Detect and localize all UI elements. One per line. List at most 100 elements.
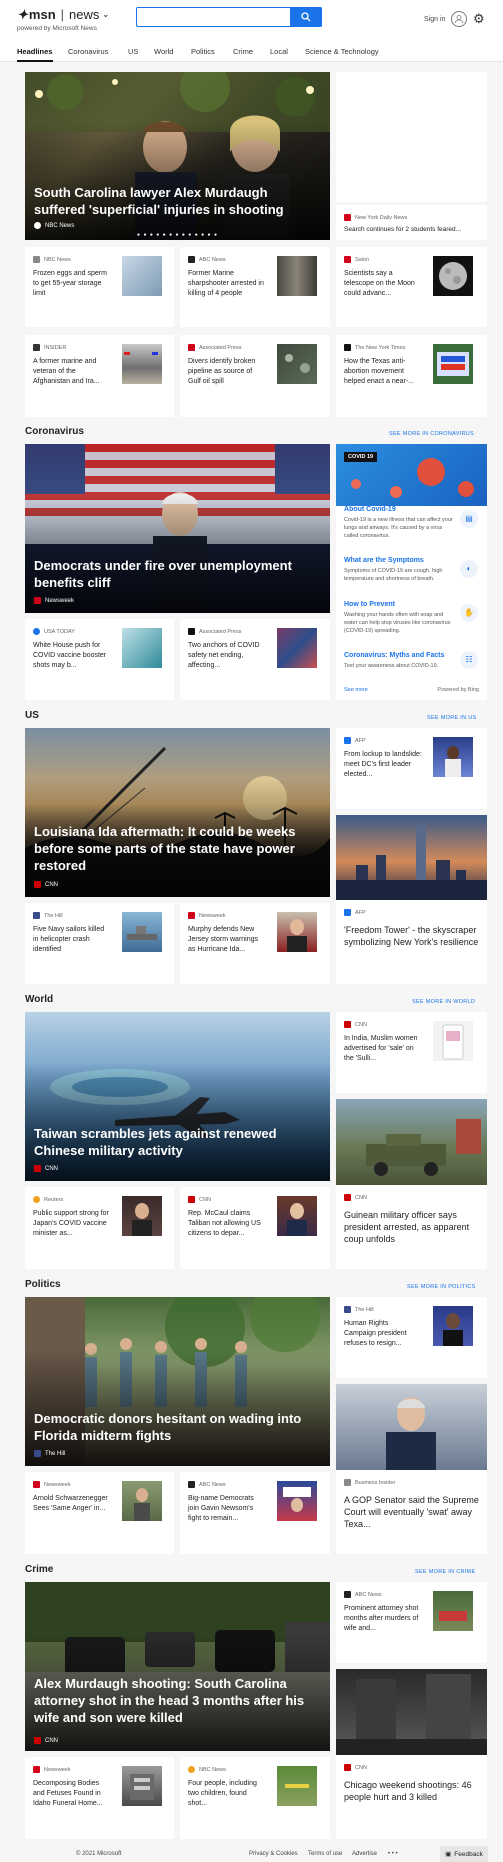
story-card[interactable]: NBC News Frozen eggs and sperm to get 55… xyxy=(25,247,174,327)
symptoms-icon: ◐ xyxy=(460,560,478,578)
side-story[interactable]: New York Daily News Search continues for… xyxy=(336,205,487,240)
source-name: AFP xyxy=(355,909,366,916)
story-card[interactable]: The New York Times How the Texas anti-ab… xyxy=(336,335,487,417)
tab-crime[interactable]: Crime xyxy=(233,47,253,56)
story-card[interactable]: ABC News Former Marine sharpshooter arre… xyxy=(180,247,330,327)
hero-title: Alex Murdaugh shooting: South Carolina a… xyxy=(34,1676,305,1725)
see-more-coronavirus[interactable]: SEE MORE IN CORONAVIRUS xyxy=(389,431,474,437)
hero-story-politics[interactable]: Democratic donors hesitant on wading int… xyxy=(25,1297,330,1466)
hero-story-coronavirus[interactable]: Democrats under fire over unemployment b… xyxy=(25,444,330,613)
source-logo-icon xyxy=(33,1766,40,1773)
source-name: NBC News xyxy=(199,1766,226,1773)
covid-topic-prevent[interactable]: How to Prevent Washing your hands often w… xyxy=(344,601,454,635)
story-thumbnail xyxy=(433,1306,473,1346)
story-card[interactable]: Newsweek Murphy defends New Jersey storm… xyxy=(180,903,330,984)
story-card[interactable]: AFP From lockup to landslide: meet DC's … xyxy=(336,728,487,809)
story-card[interactable]: CNN Rep. McCaul claims Taliban not allow… xyxy=(180,1187,330,1269)
tab-us[interactable]: US xyxy=(128,47,138,56)
info-icon: ▤ xyxy=(460,510,478,528)
hero-story-top[interactable]: South Carolina lawyer Alex Murdaugh suff… xyxy=(25,72,330,240)
story-card[interactable]: Associated Press Divers identify broken … xyxy=(180,335,330,417)
avatar[interactable] xyxy=(451,11,467,27)
msn-logo[interactable]: ✦ msn | news ⌄ powered by Microsoft News xyxy=(17,8,109,33)
advertise-link[interactable]: Advertise xyxy=(352,1851,377,1857)
story-card[interactable]: Newsweek Arnold Schwarzenegger Sees 'Sam… xyxy=(25,1472,174,1554)
story-card[interactable]: Newsweek Decomposing Bodies and Fetuses … xyxy=(25,1757,174,1839)
hero-source-name: CNN xyxy=(45,1165,58,1172)
story-card[interactable]: USA TODAY White House push for COVID vac… xyxy=(25,619,174,700)
covid-topic-myths[interactable]: Coronavirus: Myths and Facts Test your aw… xyxy=(344,652,454,670)
story-card[interactable]: ABC News Prominent attorney shot months … xyxy=(336,1582,487,1663)
story-thumbnail xyxy=(122,1196,162,1236)
source-name: ABC News xyxy=(199,256,226,263)
see-more-crime[interactable]: SEE MORE IN CRIME xyxy=(415,1569,475,1575)
cnn-logo-icon xyxy=(34,1737,41,1744)
source-name: The Hill xyxy=(355,1306,374,1313)
covid-badge: COVID 19 xyxy=(344,452,378,462)
story-card[interactable]: The Hill Five Navy sailors killed in hel… xyxy=(25,903,174,984)
tab-science-technology[interactable]: Science & Technology xyxy=(305,47,379,56)
hero-story-us[interactable]: Louisiana Ida aftermath: It could be wee… xyxy=(25,728,330,897)
see-more-us[interactable]: SEE MORE IN US xyxy=(427,715,476,721)
tab-local[interactable]: Local xyxy=(270,47,288,56)
hero-source-name: The Hill xyxy=(45,1450,66,1457)
gear-icon[interactable]: ⚙ xyxy=(473,11,485,27)
see-more-world[interactable]: SEE MORE IN WORLD xyxy=(412,999,475,1005)
feedback-button[interactable]: ▣ Feedback xyxy=(440,1846,488,1862)
story-card[interactable]: CNN In India, Muslim women advertised fo… xyxy=(336,1012,487,1093)
tab-world[interactable]: World xyxy=(154,47,173,56)
see-more-politics[interactable]: SEE MORE IN POLITICS xyxy=(407,1284,476,1290)
story-thumbnail xyxy=(122,912,162,952)
story-card[interactable]: Salon Scientists say a telescope on the … xyxy=(336,247,487,327)
story-thumbnail xyxy=(277,256,317,296)
covid-see-more-link[interactable]: See more xyxy=(344,687,368,693)
covid-topic-about[interactable]: About Covid-19 Covid-19 is a new illness … xyxy=(344,506,454,540)
source-name: Business Insider xyxy=(355,1479,396,1486)
story-thumbnail xyxy=(277,1196,317,1236)
story-thumbnail xyxy=(277,1766,317,1806)
section-label-crime: Crime xyxy=(25,1564,54,1575)
source-logo-icon xyxy=(344,1479,351,1486)
photo-story-text[interactable]: AFP 'Freedom Tower' - the skyscraper sym… xyxy=(336,900,487,984)
tab-headlines[interactable]: Headlines xyxy=(17,47,52,56)
story-thumbnail xyxy=(277,344,317,384)
story-card[interactable]: INSIDER A former marine and veteran of t… xyxy=(25,335,174,417)
story-card[interactable]: Reuters Public support strong for Japan'… xyxy=(25,1187,174,1269)
more-icon[interactable]: • • • xyxy=(388,1851,398,1857)
story-thumbnail xyxy=(277,912,317,952)
story-photo[interactable] xyxy=(336,1669,487,1755)
story-photo[interactable] xyxy=(336,1384,487,1470)
covid-topic-symptoms[interactable]: What are the Symptoms Symptoms of COVID-1… xyxy=(344,557,454,583)
story-photo[interactable] xyxy=(336,1099,487,1185)
search-input[interactable] xyxy=(137,9,287,28)
story-title: Frozen eggs and sperm to get 55-year sto… xyxy=(33,270,107,297)
chevron-down-icon[interactable]: ⌄ xyxy=(102,8,109,22)
source-name: Salon xyxy=(355,256,370,263)
privacy-link[interactable]: Privacy & Cookies xyxy=(249,1851,298,1857)
story-photo[interactable] xyxy=(336,815,487,900)
hero-story-crime[interactable]: Alex Murdaugh shooting: South Carolina a… xyxy=(25,1582,330,1751)
story-card[interactable]: NBC News Four people, including two chil… xyxy=(180,1757,330,1839)
tab-coronavirus[interactable]: Coronavirus xyxy=(68,47,108,56)
story-card[interactable]: The Hill Human Rights Campaign president… xyxy=(336,1297,487,1378)
story-card[interactable]: ABC News Big-name Democrats join Gavin N… xyxy=(180,1472,330,1554)
search-button[interactable] xyxy=(290,7,322,27)
topic-body: Washing your hands often with soap and w… xyxy=(344,612,451,634)
story-thumbnail xyxy=(277,628,317,668)
story-thumbnail xyxy=(122,628,162,668)
sign-in-link[interactable]: Sign in xyxy=(424,16,445,23)
terms-link[interactable]: Terms of use xyxy=(308,1851,342,1857)
story-card[interactable]: Associated Press Two anchors of COVID sa… xyxy=(180,619,330,700)
source-logo-icon xyxy=(344,214,351,221)
copyright-text: © 2021 Microsoft xyxy=(76,1851,122,1857)
hero-source-name: NBC News xyxy=(45,222,75,229)
source-logo-icon xyxy=(344,1021,351,1028)
story-title: A GOP Senator said the Supreme Court wil… xyxy=(344,1495,479,1529)
tab-politics[interactable]: Politics xyxy=(191,47,215,56)
photo-story-text[interactable]: CNN Chicago weekend shootings: 46 people… xyxy=(336,1755,487,1839)
source-logo-icon xyxy=(188,1481,195,1488)
carousel-dots[interactable]: ● ● ● ● ● ● ● ● ● ● ● ● ● xyxy=(25,232,330,238)
photo-story-text[interactable]: Business Insider A GOP Senator said the … xyxy=(336,1470,487,1554)
hero-story-world[interactable]: Taiwan scrambles jets against renewed Ch… xyxy=(25,1012,330,1181)
photo-story-text[interactable]: CNN Guinean military officer says presid… xyxy=(336,1185,487,1269)
